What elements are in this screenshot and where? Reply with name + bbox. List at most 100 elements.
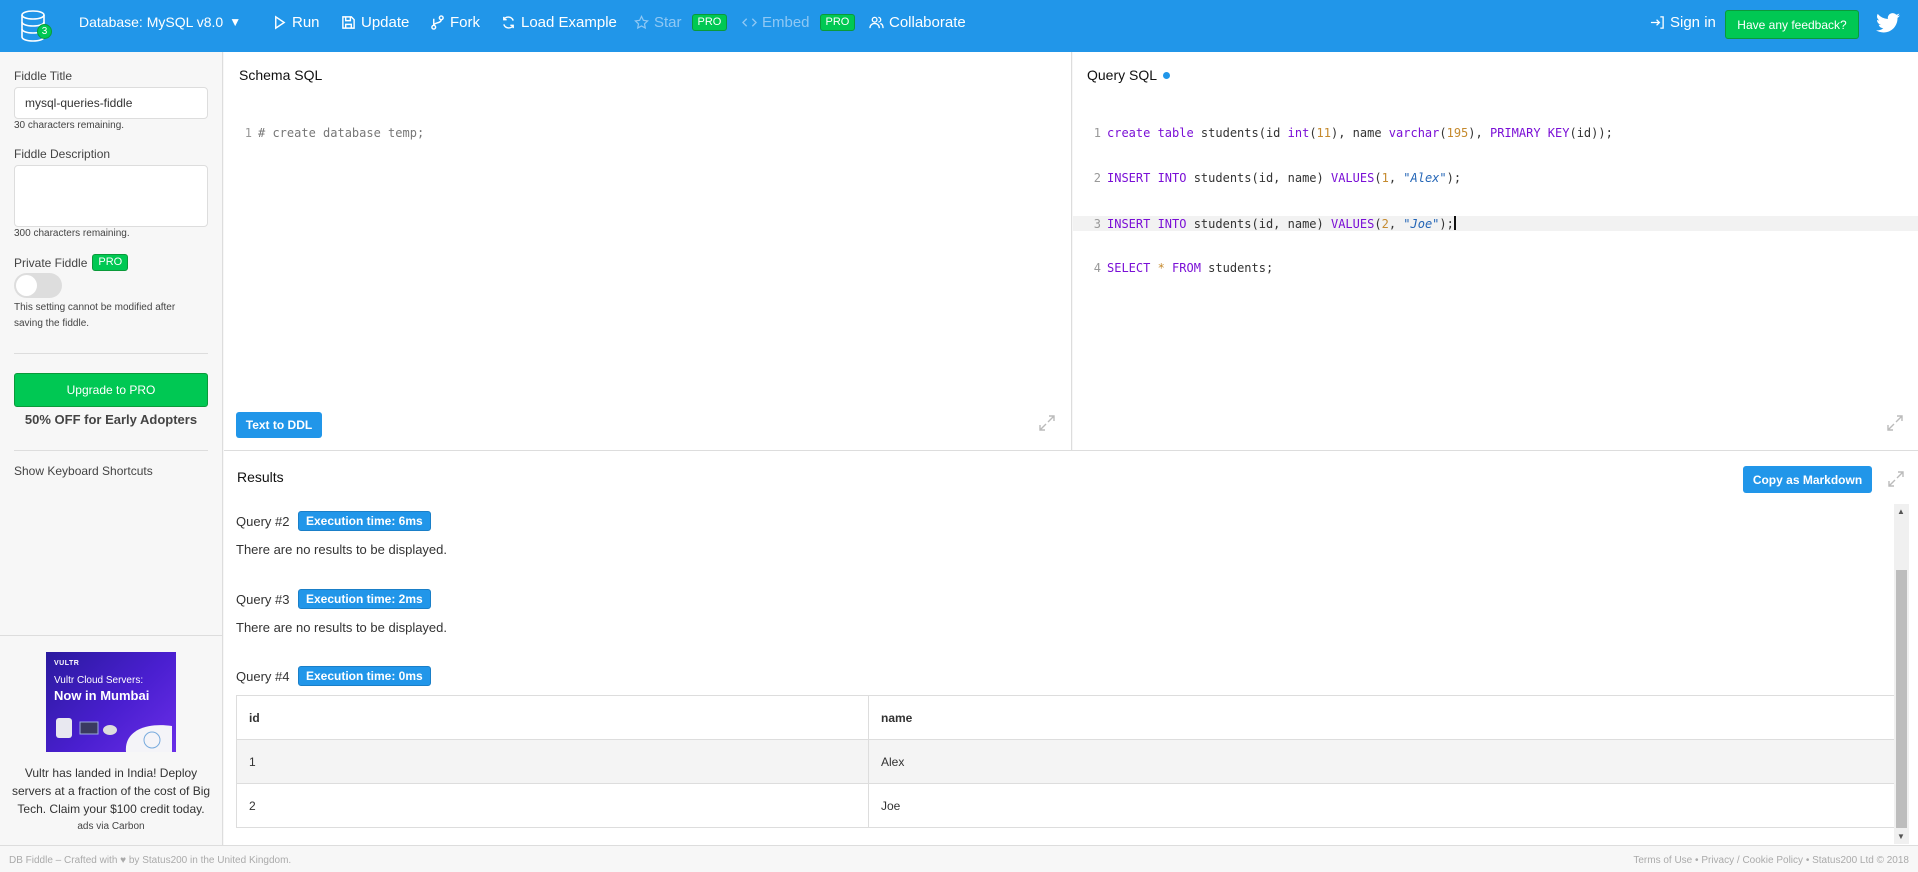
scroll-down-icon[interactable]: ▼ [1897,832,1905,841]
fiddle-description-hint: 300 characters remaining. [14,228,130,239]
ad-brand: VULTR [54,660,80,667]
play-icon [275,15,286,30]
query-label: Query #3 [236,592,290,607]
run-label: Run [292,14,320,31]
sign-in-label: Sign in [1670,14,1716,31]
collaborate-label: Collaborate [889,14,966,31]
terms-of-use-link[interactable]: Terms of Use [1633,855,1692,866]
results-panel: Results Copy as Markdown Query #2 Execut… [224,450,1918,845]
query-sql-panel: Query SQL 1 create table students(id int(… [1073,52,1918,450]
table-cell: Joe [868,783,1895,828]
ad-text[interactable]: Vultr has landed in India! Deploy server… [8,764,214,818]
table-cell: 2 [236,783,869,828]
schema-sql-title: Schema SQL [239,67,323,83]
footer-credit: DB Fiddle – Crafted with ♥ by Status200 … [9,855,292,866]
embed-label: Embed [762,14,810,31]
ad-image[interactable]: VULTR Vultr Cloud Servers: Now in Mumbai [46,652,176,752]
expand-icon[interactable] [1885,413,1905,433]
private-fiddle-row: Private Fiddle PRO [14,254,129,271]
copyright: Status200 Ltd © 2018 [1812,855,1909,866]
feedback-button[interactable]: Have any feedback? [1725,10,1859,39]
ad-headline-2: Now in Mumbai [54,688,150,703]
text-to-ddl-button[interactable]: Text to DDL [236,412,322,438]
sign-in-button[interactable]: Sign in [1650,14,1716,31]
code-line: 1 create table students(id int(11), name … [1093,126,1613,140]
results-table: id name 1 Alex 2 Joe [236,695,1895,828]
schema-sql-editor[interactable]: 1 # create database temp; [238,96,1068,171]
load-example-button[interactable]: Load Example [501,14,617,31]
fork-label: Fork [450,14,480,31]
scrollbar-thumb[interactable] [1896,570,1907,828]
scroll-up-icon[interactable]: ▲ [1897,507,1905,516]
query-sql-title: Query SQL [1087,67,1158,83]
private-fiddle-label: Private Fiddle [14,255,88,270]
table-row: 2 Joe [236,783,1895,828]
execution-time-badge: Execution time: 0ms [298,666,431,686]
column-header: id [236,695,869,740]
query-sql-editor[interactable]: 1 create table students(id int(11), name … [1073,96,1918,306]
ad-illustration-icon [56,718,172,752]
update-label: Update [361,14,410,31]
fork-icon [431,15,444,30]
load-example-label: Load Example [521,14,617,31]
expand-icon[interactable] [1037,413,1057,433]
separator: • [1805,855,1810,866]
twitter-icon[interactable] [1876,12,1900,34]
code-text: # create database temp; [258,126,425,140]
users-icon [869,16,884,29]
pro-badge: PRO [92,254,129,271]
no-results-message: There are no results to be displayed. [236,542,448,557]
footer: DB Fiddle – Crafted with ♥ by Status200 … [0,845,1918,872]
ad-headline-1: Vultr Cloud Servers: [54,675,144,686]
toggle-knob [16,275,37,296]
early-adopter-offer: 50% OFF for Early Adopters [24,412,198,427]
code-line: 2 INSERT INTO students(id, name) VALUES(1… [1093,171,1462,185]
fiddle-title-label: Fiddle Title [14,69,73,83]
fiddle-description-input[interactable] [14,165,208,227]
code-line: 4 SELECT * FROM students; [1093,261,1274,275]
caret-down-icon: ▼ [229,15,242,29]
run-button[interactable]: Run [272,14,320,31]
divider [14,353,208,354]
copy-as-markdown-button[interactable]: Copy as Markdown [1743,466,1872,493]
execution-time-badge: Execution time: 6ms [298,511,431,531]
column-header: name [868,695,1895,740]
table-cell: Alex [868,739,1895,784]
privacy-policy-link[interactable]: Privacy / Cookie Policy [1701,855,1803,866]
code-icon [742,18,757,27]
star-label: Star [654,14,682,31]
divider [14,450,208,451]
results-scrollbar[interactable]: ▲ ▼ [1894,504,1909,844]
schema-sql-panel: Schema SQL 1 # create database temp; Text… [224,52,1072,450]
table-header-row: id name [236,695,1895,740]
sign-in-icon [1650,16,1664,29]
private-fiddle-toggle[interactable] [14,273,62,298]
separator: • [1695,855,1699,866]
pro-badge: PRO [691,14,728,31]
top-navbar: 3 Database: MySQL v8.0 ▼ Run Update Fork… [0,0,1918,52]
star-button[interactable]: Star PRO [634,14,728,31]
expand-icon[interactable] [1886,469,1906,489]
database-select[interactable]: Database: MySQL v8.0 ▼ [79,14,241,30]
embed-button[interactable]: Embed PRO [742,14,856,31]
pro-badge: PRO [819,14,856,31]
fiddle-title-input[interactable] [14,87,208,119]
ads-via-carbon-link[interactable]: ads via Carbon [0,821,222,832]
fork-button[interactable]: Fork [430,14,480,31]
private-fiddle-note: This setting cannot be modified after sa… [14,302,176,329]
sidebar: Fiddle Title 30 characters remaining. Fi… [0,52,223,845]
database-select-label: Database: MySQL v8.0 [79,14,224,30]
no-results-message: There are no results to be displayed. [236,620,448,635]
text-cursor [1453,216,1456,230]
divider [0,635,222,636]
save-icon [342,16,355,29]
code-line-active: 3 INSERT INTO students(id, name) VALUES(2… [1073,216,1918,231]
update-button[interactable]: Update [341,14,409,31]
query-label: Query #4 [236,669,290,684]
table-row: 1 Alex [236,739,1895,784]
fiddle-description-label: Fiddle Description [14,147,111,161]
show-keyboard-shortcuts-link[interactable]: Show Keyboard Shortcuts [14,464,153,478]
upgrade-to-pro-button[interactable]: Upgrade to PRO [14,373,208,407]
query-sql-title-row: Query SQL [1087,67,1171,83]
collaborate-button[interactable]: Collaborate [869,14,966,31]
